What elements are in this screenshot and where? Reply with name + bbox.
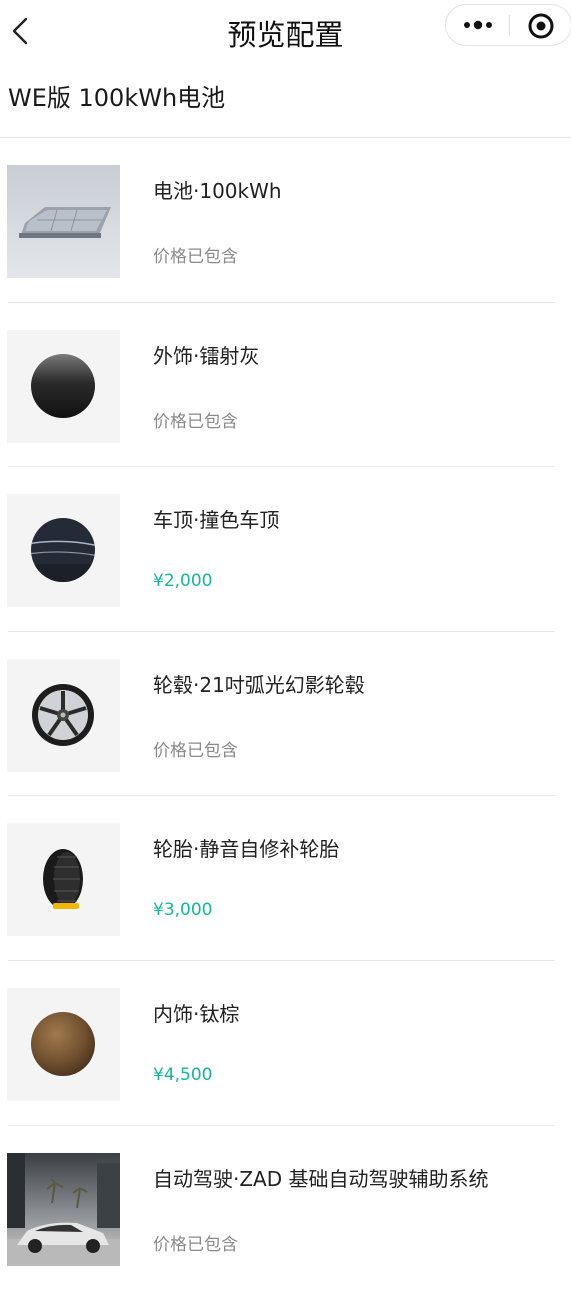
- chevron-left-icon: [12, 17, 28, 45]
- paint-swatch-roof: [7, 494, 120, 608]
- tire-image: [7, 823, 120, 937]
- item-price: ¥4,500: [153, 1064, 213, 1085]
- back-button[interactable]: [6, 14, 36, 48]
- item-name: 轮毂·21吋弧光幻影轮毂: [153, 672, 365, 697]
- item-price: 价格已包含: [153, 740, 238, 761]
- car-photo-image: [7, 1152, 120, 1266]
- list-item[interactable]: 车顶·撞色车顶 ¥2,000: [0, 467, 571, 632]
- battery-pack-image: [7, 165, 120, 278]
- target-circle-icon: [528, 13, 554, 39]
- paint-swatch-laser-gray: [7, 329, 120, 443]
- navbar: 预览配置: [0, 0, 571, 62]
- interior-swatch-titanium-brown: [7, 987, 120, 1101]
- item-name: 电池·100kWh: [153, 179, 282, 203]
- item-name: 自动驾驶·ZAD 基础自动驾驶辅助系统: [153, 1166, 489, 1191]
- more-dots-icon: [464, 20, 492, 30]
- config-title: WE版 100kWh电池: [8, 84, 226, 112]
- capsule-divider: [509, 15, 510, 36]
- item-price: 价格已包含: [153, 411, 238, 432]
- mini-program-capsule: [445, 4, 571, 46]
- item-name: 外饰·镭射灰: [153, 343, 260, 368]
- list-item[interactable]: 内饰·钛棕 ¥4,500: [0, 961, 571, 1126]
- list-item[interactable]: 轮胎·静音自修补轮胎 ¥3,000: [0, 796, 571, 961]
- config-item-list: 电池·100kWh 价格已包含 外饰·镭射灰 价格已包含 车顶·撞色车顶 ¥2,…: [0, 138, 571, 1290]
- more-button[interactable]: [456, 7, 502, 43]
- list-item[interactable]: 外饰·镭射灰 价格已包含: [0, 303, 571, 468]
- item-price: ¥3,000: [153, 900, 213, 921]
- item-name: 轮胎·静音自修补轮胎: [153, 837, 340, 862]
- list-item[interactable]: 电池·100kWh 价格已包含: [0, 138, 571, 303]
- item-name: 车顶·撞色车顶: [153, 508, 280, 533]
- wheel-rim-image: [7, 658, 120, 772]
- item-price: 价格已包含: [153, 1234, 238, 1255]
- list-item[interactable]: 自动驾驶·ZAD 基础自动驾驶辅助系统 价格已包含: [0, 1126, 571, 1290]
- item-name: 内饰·钛棕: [153, 1001, 240, 1026]
- close-button[interactable]: [524, 9, 558, 43]
- item-price: 价格已包含: [153, 247, 238, 267]
- list-item[interactable]: 轮毂·21吋弧光幻影轮毂 价格已包含: [0, 632, 571, 797]
- item-price: ¥2,000: [153, 571, 213, 592]
